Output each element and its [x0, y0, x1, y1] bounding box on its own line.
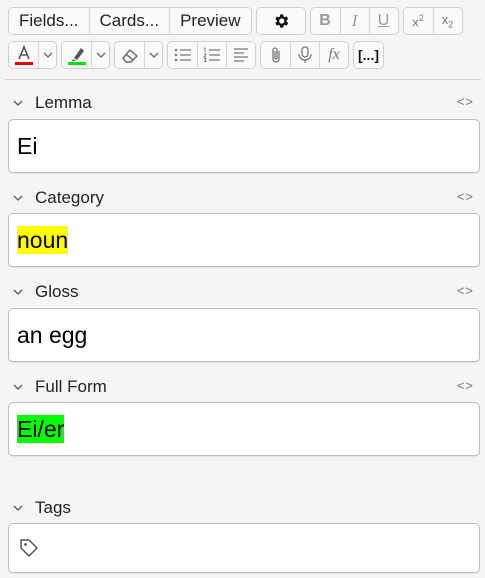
gear-icon	[272, 12, 290, 30]
align-button[interactable]	[226, 42, 255, 68]
ordered-list-button[interactable]	[197, 42, 226, 68]
superscript-button[interactable]: x2	[403, 8, 433, 34]
font-color-group	[8, 41, 57, 69]
chevron-down-icon	[149, 52, 159, 58]
chevron-down-icon[interactable]	[13, 505, 23, 511]
numbered-list-icon	[202, 46, 222, 64]
tag-editor[interactable]	[8, 523, 480, 573]
underline-button[interactable]: U	[368, 8, 398, 34]
attach-media-button[interactable]	[261, 42, 290, 68]
eraser-icon	[120, 45, 140, 65]
font-color-dropdown[interactable]	[38, 42, 56, 68]
toolbar-row-1: Fields... Cards... Preview B I U x2 x2	[8, 7, 463, 35]
chevron-down-icon	[43, 52, 53, 58]
unordered-list-button[interactable]	[168, 42, 197, 68]
tag-icon[interactable]	[18, 537, 40, 559]
italic-button[interactable]: I	[339, 8, 369, 34]
toolbar-divider	[5, 79, 481, 80]
tags-label: Tags	[35, 498, 71, 517]
cards-button[interactable]: Cards...	[88, 8, 170, 34]
bold-button[interactable]: B	[310, 8, 340, 34]
align-left-icon	[231, 46, 251, 64]
chevron-down-icon[interactable]	[13, 384, 23, 390]
paperclip-icon	[267, 45, 285, 65]
field-header-category[interactable]: Category	[13, 188, 104, 208]
chevron-down-icon[interactable]	[13, 289, 23, 295]
options-button[interactable]	[256, 8, 305, 34]
chevron-down-icon[interactable]	[13, 100, 23, 106]
editor-toolbar: Fields... Cards... Preview B I U x2 x2 f…	[0, 0, 485, 80]
cloze-button[interactable]: [...]	[354, 42, 383, 68]
notetype-buttons-group: Fields... Cards... Preview	[8, 7, 252, 35]
bullet-list-icon	[173, 46, 193, 64]
italic-icon: I	[351, 11, 358, 30]
html-editor-toggle-icon[interactable]: <>	[457, 94, 474, 109]
fields-button[interactable]: Fields...	[9, 8, 89, 34]
eraser-group	[114, 41, 163, 69]
cloze-group: [...]	[353, 41, 384, 69]
field-value[interactable]: Ei	[17, 132, 37, 160]
field-editor-gloss[interactable]: an egg	[8, 308, 480, 362]
html-editor-toggle-icon[interactable]: <>	[457, 189, 474, 204]
highlight-color-button[interactable]	[62, 42, 91, 68]
microphone-icon	[296, 45, 314, 65]
record-audio-button[interactable]	[290, 42, 319, 68]
subscript-icon: x2	[441, 12, 454, 30]
superscript-icon: x2	[412, 12, 424, 30]
html-editor-toggle-icon[interactable]: <>	[457, 283, 474, 298]
toolbar-row-2: fx [...]	[8, 41, 384, 69]
font-color-button[interactable]	[9, 42, 38, 68]
highlight-color-dropdown[interactable]	[91, 42, 109, 68]
field-editor-full-form[interactable]: Ei/er	[8, 402, 480, 456]
list-group	[167, 41, 256, 69]
field-name: Category	[35, 188, 104, 207]
remove-format-button[interactable]	[115, 42, 144, 68]
field-editor-lemma[interactable]: Ei	[8, 119, 480, 173]
chevron-down-icon[interactable]	[13, 195, 23, 201]
field-name: Gloss	[35, 282, 79, 301]
field-name: Full Form	[35, 377, 107, 396]
field-header-full-form[interactable]: Full Form	[13, 377, 107, 397]
options-group	[255, 7, 306, 35]
insert-group: fx	[260, 41, 349, 69]
script-group: x2 x2	[402, 7, 463, 35]
text-color-icon	[13, 44, 35, 66]
subscript-button[interactable]: x2	[432, 8, 462, 34]
bold-icon: B	[319, 12, 331, 29]
field-value[interactable]: Ei/er	[17, 415, 65, 443]
highlighter-icon	[66, 44, 88, 66]
text-format-group: B I U	[309, 7, 399, 35]
field-header-lemma[interactable]: Lemma	[13, 93, 92, 113]
chevron-down-icon	[96, 52, 106, 58]
field-value[interactable]: noun	[17, 226, 69, 254]
cloze-icon: [...]	[358, 47, 379, 63]
remove-format-dropdown[interactable]	[144, 42, 162, 68]
mathjax-button[interactable]: fx	[319, 42, 348, 68]
tags-header[interactable]: Tags	[13, 498, 71, 518]
preview-button[interactable]: Preview	[169, 8, 251, 34]
underline-icon: U	[377, 12, 390, 29]
field-name: Lemma	[35, 93, 92, 112]
function-icon: fx	[328, 46, 340, 63]
html-editor-toggle-icon[interactable]: <>	[457, 378, 474, 393]
field-header-gloss[interactable]: Gloss	[13, 282, 78, 302]
field-value[interactable]: an egg	[17, 321, 87, 349]
highlight-color-group	[61, 41, 110, 69]
field-editor-category[interactable]: noun	[8, 213, 480, 267]
